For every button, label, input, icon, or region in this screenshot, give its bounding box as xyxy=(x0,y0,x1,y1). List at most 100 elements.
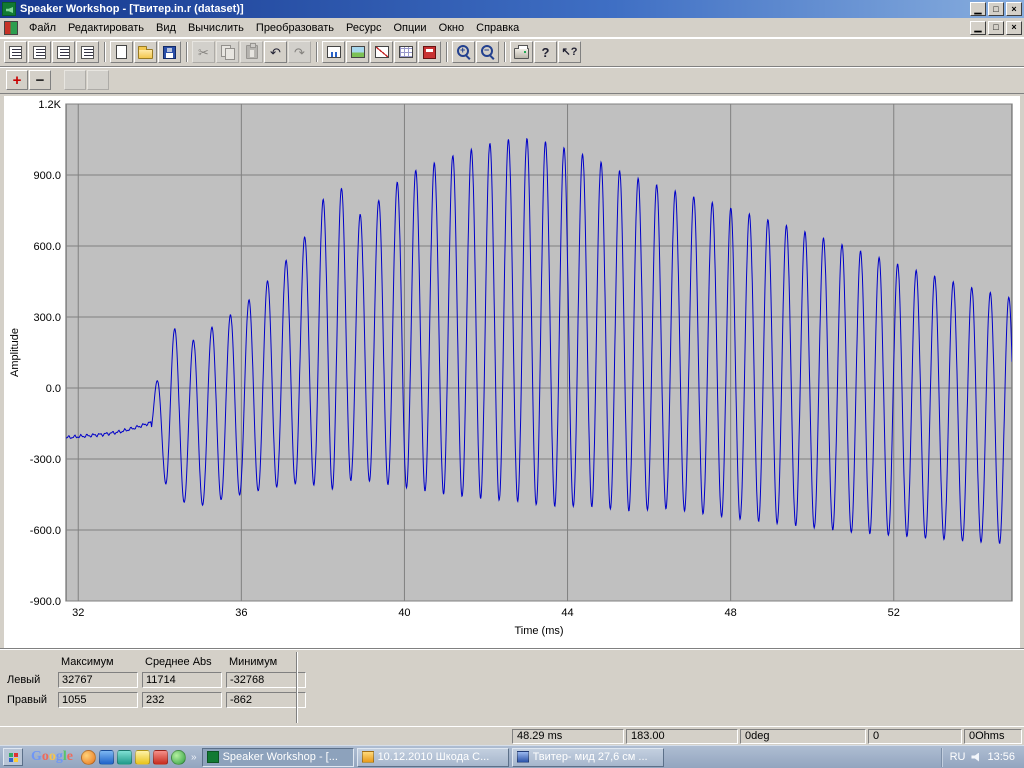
grid-chart-button[interactable] xyxy=(394,41,417,63)
print-button[interactable] xyxy=(510,41,533,63)
clock[interactable]: 13:56 xyxy=(987,751,1015,763)
quicklaunch-icon-2[interactable] xyxy=(99,750,114,765)
dataset-notes-button[interactable] xyxy=(52,41,75,63)
stats-header-avg: Среднее Abs xyxy=(142,656,222,668)
menu-help[interactable]: Справка xyxy=(470,19,525,37)
dataset-values-button[interactable] xyxy=(4,41,27,63)
main-toolbar: ✂ ↶ ↷ + − ? ↖? xyxy=(0,38,1024,67)
quicklaunch-icon-1[interactable] xyxy=(81,750,96,765)
minimize-button[interactable]: ▁ xyxy=(970,2,986,16)
context-help-button[interactable]: ↖? xyxy=(558,41,581,63)
image-button[interactable] xyxy=(346,41,369,63)
close-button[interactable]: × xyxy=(1006,2,1022,16)
task-button-document[interactable]: 10.12.2010 Шкода C... xyxy=(357,748,509,767)
toolbar-separator xyxy=(316,42,318,62)
context-help-icon: ↖? xyxy=(562,47,578,58)
svg-text:52: 52 xyxy=(888,607,900,619)
svg-text:36: 36 xyxy=(235,607,247,619)
dataset-window-icon[interactable] xyxy=(4,21,18,35)
quicklaunch-icon-4[interactable] xyxy=(135,750,150,765)
waveform-chart[interactable]: 1.2K900.0600.0300.00.0-300.0-600.0-900.0… xyxy=(4,96,1020,648)
stats-panel: Максимум Среднее Abs Минимум Левый 32767… xyxy=(0,648,1024,726)
save-button[interactable] xyxy=(158,41,181,63)
svg-text:48: 48 xyxy=(725,607,737,619)
chart-export-button[interactable] xyxy=(322,41,345,63)
menu-edit[interactable]: Редактировать xyxy=(62,19,150,37)
stats-header-max: Максимум xyxy=(58,656,138,668)
dataset-grid-icon xyxy=(81,46,94,59)
redo-icon: ↷ xyxy=(294,46,305,59)
mdi-restore-button[interactable]: □ xyxy=(988,21,1004,35)
desktop-toolbar-button[interactable] xyxy=(3,748,23,766)
tweeter-task-icon xyxy=(517,751,529,763)
dataset-values-icon xyxy=(9,46,22,59)
app-window: Speaker Workshop - [Твитер.in.r (dataset… xyxy=(0,0,1024,768)
titlebar[interactable]: Speaker Workshop - [Твитер.in.r (dataset… xyxy=(0,0,1024,18)
svg-text:0.0: 0.0 xyxy=(46,383,61,395)
quicklaunch-icon-3[interactable] xyxy=(117,750,132,765)
desktop-grid-icon xyxy=(9,753,18,762)
cut-button[interactable]: ✂ xyxy=(192,41,215,63)
paste-button[interactable] xyxy=(240,41,263,63)
remove-point-button[interactable]: − xyxy=(29,70,51,90)
svg-text:1.2K: 1.2K xyxy=(38,99,61,111)
menu-options[interactable]: Опции xyxy=(387,19,432,37)
svg-text:44: 44 xyxy=(561,607,573,619)
stats-left-min: -32768 xyxy=(226,672,306,688)
copy-button[interactable] xyxy=(216,41,239,63)
volume-icon[interactable] xyxy=(971,753,981,762)
image-icon xyxy=(351,46,365,58)
stats-table: Максимум Среднее Abs Минимум Левый 32767… xyxy=(0,649,1024,708)
toolbar-separator xyxy=(104,42,106,62)
dataset-grid-button[interactable] xyxy=(76,41,99,63)
line-chart-icon xyxy=(375,46,389,58)
open-button[interactable] xyxy=(134,41,157,63)
chart-panel: 1.2K900.0600.0300.00.0-300.0-600.0-900.0… xyxy=(4,96,1020,648)
stats-row-label-left: Левый xyxy=(6,674,54,686)
task-button-tweeter[interactable]: Твитер- мид 27,6 см ... xyxy=(512,748,664,767)
grid-chart-icon xyxy=(399,46,413,58)
dataset-report-button[interactable] xyxy=(28,41,51,63)
menu-transform[interactable]: Преобразовать xyxy=(250,19,340,37)
svg-text:32: 32 xyxy=(72,607,84,619)
mdi-close-button[interactable]: × xyxy=(1006,21,1022,35)
help-button[interactable]: ? xyxy=(534,41,557,63)
chart-export-icon xyxy=(327,46,341,58)
maximize-button[interactable]: □ xyxy=(988,2,1004,16)
menu-file[interactable]: Файл xyxy=(23,19,62,37)
line-chart-button[interactable] xyxy=(370,41,393,63)
redo-button[interactable]: ↷ xyxy=(288,41,311,63)
blank-button-1[interactable] xyxy=(64,70,86,90)
status-deg-field: 0deg xyxy=(740,729,866,744)
menu-view[interactable]: Вид xyxy=(150,19,182,37)
svg-text:-900.0: -900.0 xyxy=(30,596,61,608)
quicklaunch-icon-6[interactable] xyxy=(171,750,186,765)
zoom-out-button[interactable]: − xyxy=(476,41,499,63)
menu-calculate[interactable]: Вычислить xyxy=(182,19,250,37)
remove-icon: − xyxy=(36,72,45,89)
language-indicator[interactable]: RU xyxy=(950,751,966,763)
stats-right-max: 1055 xyxy=(58,692,138,708)
svg-text:-600.0: -600.0 xyxy=(30,525,61,537)
quicklaunch-icon-5[interactable] xyxy=(153,750,168,765)
menu-window[interactable]: Окно xyxy=(433,19,471,37)
document-task-icon xyxy=(362,751,374,763)
new-button[interactable] xyxy=(110,41,133,63)
google-toolbar-logo[interactable]: Google xyxy=(26,749,78,765)
add-point-button[interactable]: + xyxy=(6,70,28,90)
status-time-field: 48.29 ms xyxy=(512,729,624,744)
blank-button-2[interactable] xyxy=(87,70,109,90)
speaker-workshop-task-icon xyxy=(207,751,219,763)
toolbar-separator xyxy=(446,42,448,62)
quicklaunch-overflow-chevron[interactable]: » xyxy=(189,752,199,763)
task-button-speaker-workshop[interactable]: Speaker Workshop - [... xyxy=(202,748,354,767)
dataset-report-icon xyxy=(33,46,46,59)
menu-resource[interactable]: Ресурс xyxy=(340,19,387,37)
calculate-button[interactable] xyxy=(418,41,441,63)
stats-divider xyxy=(296,652,298,723)
mdi-minimize-button[interactable]: ▁ xyxy=(970,21,986,35)
zoom-in-button[interactable]: + xyxy=(452,41,475,63)
undo-button[interactable]: ↶ xyxy=(264,41,287,63)
open-folder-icon xyxy=(138,49,153,59)
save-floppy-icon xyxy=(163,46,176,59)
